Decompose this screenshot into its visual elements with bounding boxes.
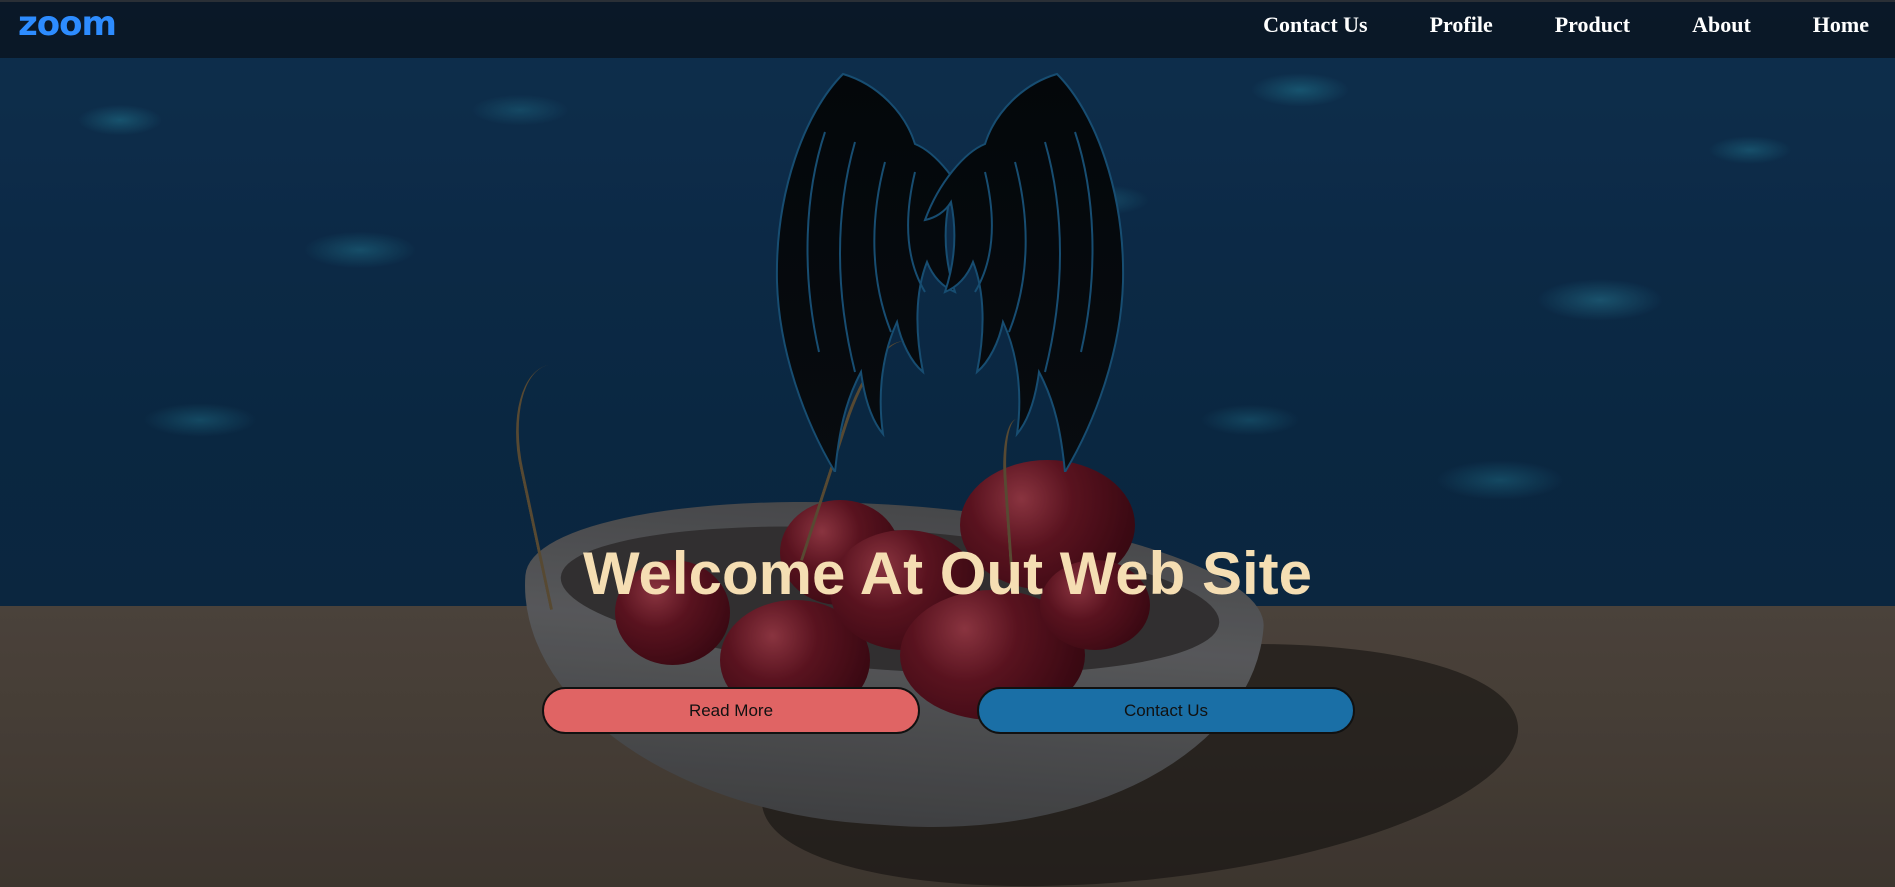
top-navbar: zoom Contact Us Profile Product About Ho…: [0, 0, 1895, 58]
hero-title: Welcome At Out Web Site: [583, 540, 1312, 607]
background-dim-overlay: [0, 0, 1895, 887]
main-nav: Contact Us Profile Product About Home: [1201, 2, 1869, 48]
zoom-logo[interactable]: zoom: [18, 4, 117, 44]
nav-link-product[interactable]: Product: [1555, 12, 1630, 38]
read-more-button[interactable]: Read More: [542, 687, 920, 734]
contact-us-button[interactable]: Contact Us: [977, 687, 1355, 734]
nav-link-about[interactable]: About: [1692, 12, 1751, 38]
nav-link-home[interactable]: Home: [1813, 12, 1869, 38]
landing-page: zoom Contact Us Profile Product About Ho…: [0, 0, 1895, 887]
nav-link-contact-us[interactable]: Contact Us: [1263, 12, 1368, 38]
nav-link-profile[interactable]: Profile: [1430, 12, 1493, 38]
